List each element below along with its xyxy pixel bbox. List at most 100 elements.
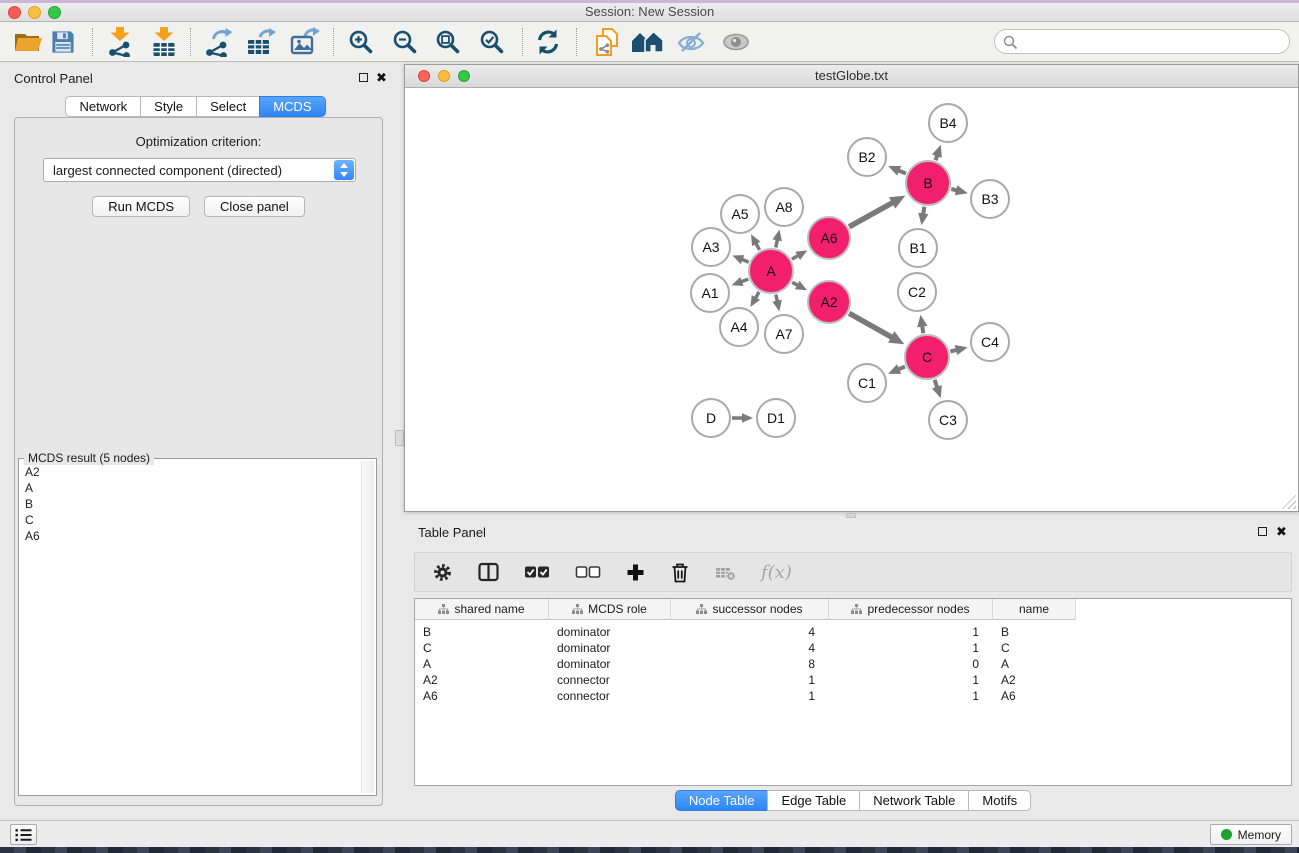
zoom-in-icon[interactable] (348, 28, 375, 55)
memory-button[interactable]: Memory (1210, 824, 1292, 845)
export-image-icon[interactable] (290, 27, 320, 57)
network-minimize-traffic-light[interactable] (438, 70, 450, 82)
checked-boxes-icon[interactable] (524, 563, 550, 581)
cell[interactable]: C (993, 641, 1076, 655)
column-header-shared-name[interactable]: shared name (415, 599, 549, 620)
graph-node-C1[interactable]: C1 (847, 363, 887, 403)
graph-node-A7[interactable]: A7 (764, 314, 804, 354)
graph-node-C4[interactable]: C4 (970, 322, 1010, 362)
graph-node-A4[interactable]: A4 (719, 307, 759, 347)
hide-selected-icon[interactable] (676, 30, 706, 54)
cell[interactable]: dominator (549, 641, 671, 655)
zoom-fit-icon[interactable] (435, 28, 462, 55)
result-item[interactable]: A6 (22, 528, 358, 544)
unchecked-boxes-icon[interactable] (575, 563, 601, 581)
cell[interactable]: A (415, 657, 549, 671)
tab-network-table[interactable]: Network Table (859, 790, 969, 811)
graph-node-A[interactable]: A (748, 248, 794, 294)
cell[interactable]: B (993, 625, 1076, 639)
table-row[interactable]: Bdominator41B (415, 624, 1291, 640)
graph-node-B[interactable]: B (905, 160, 951, 206)
node-table[interactable]: shared nameMCDS rolesuccessor nodesprede… (414, 598, 1292, 786)
cell[interactable]: 1 (671, 689, 829, 703)
task-history-button[interactable] (10, 824, 37, 845)
graph-node-C3[interactable]: C3 (928, 400, 968, 440)
add-column-icon[interactable] (626, 563, 645, 582)
result-item[interactable]: A (22, 480, 358, 496)
cell[interactable]: 1 (829, 689, 993, 703)
cell[interactable]: 1 (829, 673, 993, 687)
table-row[interactable]: Adominator80A (415, 656, 1291, 672)
cell[interactable]: C (415, 641, 549, 655)
graph-node-C[interactable]: C (904, 334, 950, 380)
cell[interactable]: A6 (415, 689, 549, 703)
tab-select[interactable]: Select (196, 96, 260, 117)
column-header-successor-nodes[interactable]: successor nodes (671, 599, 829, 620)
function-builder-icon[interactable]: f(x) (761, 562, 792, 583)
result-item[interactable]: B (22, 496, 358, 512)
result-scrollbar[interactable] (361, 461, 374, 793)
delete-table-icon[interactable] (715, 564, 736, 581)
cell[interactable]: dominator (549, 625, 671, 639)
graph-node-B1[interactable]: B1 (898, 228, 938, 268)
cell[interactable]: connector (549, 673, 671, 687)
graph-node-A8[interactable]: A8 (764, 187, 804, 227)
horizontal-splitter-handle[interactable] (846, 513, 856, 518)
open-file-icon[interactable] (13, 30, 43, 54)
zoom-selected-icon[interactable] (479, 28, 506, 55)
control-panel-close-icon[interactable]: ✖ (376, 72, 387, 84)
tab-edge-table[interactable]: Edge Table (767, 790, 860, 811)
vertical-splitter-handle[interactable] (395, 430, 404, 446)
table-row[interactable]: A2connector11A2 (415, 672, 1291, 688)
tab-motifs[interactable]: Motifs (968, 790, 1031, 811)
cell[interactable]: 1 (671, 673, 829, 687)
split-columns-icon[interactable] (478, 562, 499, 582)
graph-node-B3[interactable]: B3 (970, 179, 1010, 219)
control-panel-float-icon[interactable] (359, 73, 368, 85)
cell[interactable]: 1 (829, 625, 993, 639)
table-panel-float-icon[interactable] (1258, 527, 1267, 539)
result-item[interactable]: C (22, 512, 358, 528)
tab-network[interactable]: Network (65, 96, 141, 117)
close-panel-button[interactable]: Close panel (204, 196, 305, 217)
column-header-name[interactable]: name (993, 599, 1076, 620)
table-row[interactable]: Cdominator41C (415, 640, 1291, 656)
import-table-icon[interactable] (151, 27, 178, 57)
criterion-dropdown[interactable]: largest connected component (directed) (43, 158, 356, 182)
cell[interactable]: 0 (829, 657, 993, 671)
graph-node-A3[interactable]: A3 (691, 227, 731, 267)
cell[interactable]: 8 (671, 657, 829, 671)
save-session-icon[interactable] (51, 29, 76, 54)
graph-node-A2[interactable]: A2 (807, 280, 851, 324)
cell[interactable]: 1 (829, 641, 993, 655)
tab-mcds[interactable]: MCDS (259, 96, 325, 117)
show-all-icon[interactable] (721, 31, 751, 53)
result-item[interactable]: A2 (22, 464, 358, 480)
graph-node-D[interactable]: D (691, 398, 731, 438)
graph-node-D1[interactable]: D1 (756, 398, 796, 438)
cell[interactable]: B (415, 625, 549, 639)
delete-icon[interactable] (670, 562, 690, 583)
home-layout-icon[interactable] (631, 29, 665, 55)
cell[interactable]: A (993, 657, 1076, 671)
graph-node-A5[interactable]: A5 (720, 194, 760, 234)
cell[interactable]: connector (549, 689, 671, 703)
graph-node-B4[interactable]: B4 (928, 103, 968, 143)
graph-node-C2[interactable]: C2 (897, 272, 937, 312)
zoom-out-icon[interactable] (392, 28, 419, 55)
network-canvas[interactable]: AA1A2A3A4A5A6A7A8BB1B2B3B4CC1C2C3C4DD1 (405, 89, 1298, 511)
cell[interactable]: A2 (415, 673, 549, 687)
graph-node-A1[interactable]: A1 (690, 273, 730, 313)
refresh-view-icon[interactable] (534, 28, 562, 56)
export-table-icon[interactable] (246, 27, 276, 57)
tab-node-table[interactable]: Node Table (675, 790, 769, 811)
network-window-titlebar[interactable]: testGlobe.txt (405, 65, 1298, 88)
table-row[interactable]: A6connector11A6 (415, 688, 1291, 704)
tab-style[interactable]: Style (140, 96, 197, 117)
main-titlebar[interactable]: Session: New Session (0, 3, 1299, 22)
search-input[interactable] (1022, 32, 1280, 51)
cell[interactable]: 4 (671, 641, 829, 655)
network-zoom-traffic-light[interactable] (458, 70, 470, 82)
cell[interactable]: A2 (993, 673, 1076, 687)
import-network-icon[interactable] (107, 27, 134, 57)
